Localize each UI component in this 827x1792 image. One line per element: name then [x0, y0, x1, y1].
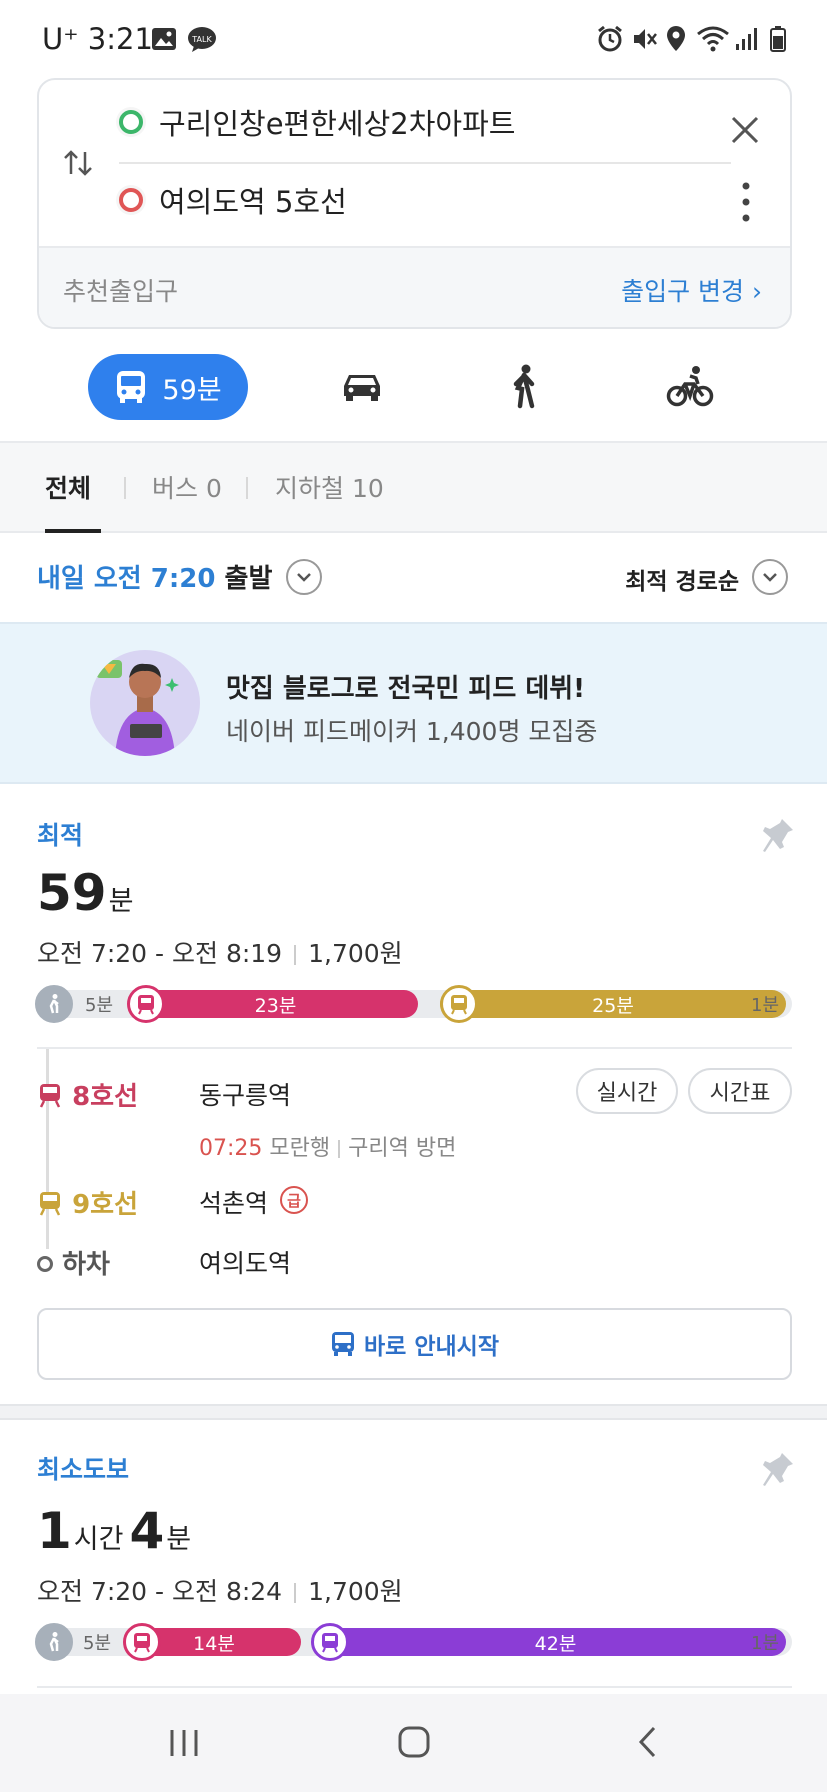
tab-all[interactable]: 전체 [45, 469, 91, 505]
promo-banner[interactable]: 맛집 블로그로 전국민 피드 데뷔! 네이버 피드메이커 1,400명 모집중 [0, 622, 827, 784]
departure-chevron-down-icon[interactable] [286, 559, 322, 595]
banner-subtitle: 네이버 피드메이커 1,400명 모집중 [226, 717, 598, 746]
subway-icon [39, 1192, 61, 1216]
route-duration: 59분 [37, 864, 134, 922]
route-kind: 최적 [37, 821, 84, 850]
transit-time: 59분 [162, 374, 222, 406]
alight-dot-icon [37, 1256, 53, 1272]
walk-end-label: 1분 [751, 995, 780, 1016]
subway-purple-icon [311, 1623, 349, 1661]
kakaotalk-icon: TALK [188, 27, 216, 52]
more-icon[interactable] [731, 178, 761, 226]
status-time: U⁺ 3:21 [42, 22, 153, 56]
system-nav-bar [0, 1694, 827, 1792]
origin-field[interactable]: 구리인창e편한세상2차아파트 [119, 92, 515, 152]
step-stop: 석촌역 [199, 1189, 269, 1218]
entrance-row: 추천출입구 출입구 변경 › [39, 246, 790, 327]
step-alight: 하차 [37, 1244, 110, 1281]
status-bar: U⁺ 3:21 TALK [0, 0, 827, 78]
route-segment-bar: 5분 23분 25분 1분 [35, 985, 792, 1023]
arrival-info: 07:25 모란행 구리역 방면 [199, 1136, 457, 1161]
close-icon[interactable] [725, 110, 765, 150]
location-icon [667, 26, 685, 51]
entrance-change-link[interactable]: 출입구 변경 › [621, 272, 762, 308]
departure-time-selector[interactable]: 내일 오전 7:20 출발 [37, 558, 272, 595]
route-segment-bar: 5분 14분 42분 1분 [35, 1623, 792, 1661]
destination-field[interactable]: 여의도역 5호선 [119, 170, 347, 230]
step-line-8: 8호선 [37, 1076, 138, 1113]
pin-icon[interactable] [762, 816, 796, 856]
bus-icon [117, 371, 146, 403]
tab-bus[interactable]: 버스 0 [152, 469, 222, 505]
departure-suffix: 출발 [215, 564, 273, 594]
divider [119, 162, 731, 164]
subway-line9-icon [440, 985, 478, 1023]
departure-time: 내일 오전 7:20 [37, 564, 216, 594]
walk-start-icon [35, 985, 73, 1023]
sort-selector[interactable]: 최적 경로순 [625, 562, 739, 596]
filter-tabs: 전체 버스 0 지하철 10 [0, 441, 827, 533]
step-line-9: 9호선 [37, 1184, 138, 1221]
subway-line8-icon [123, 1623, 161, 1661]
express-badge: 급 [280, 1186, 308, 1214]
gallery-icon [152, 28, 176, 50]
segment-line9: 25분 [440, 990, 786, 1018]
tab-separator [124, 477, 126, 499]
walk-start-label: 5분 [83, 1633, 112, 1654]
sort-chevron-down-icon[interactable] [752, 559, 788, 595]
bicycle-icon[interactable] [666, 362, 714, 410]
divider [37, 1047, 792, 1049]
step-stop: 동구릉역 [199, 1081, 292, 1110]
tab-subway[interactable]: 지하철 10 [275, 469, 384, 505]
entrance-label: 추천출입구 [63, 277, 179, 306]
route-times: 오전 7:20 - 오전 8:19 1,700원 [37, 939, 403, 968]
realtime-button[interactable]: 실시간 [576, 1068, 678, 1114]
origin-text: 구리인창e편한세상2차아파트 [159, 107, 516, 141]
mute-icon [634, 29, 657, 49]
banner-title: 맛집 블로그로 전국민 피드 데뷔! [226, 674, 586, 704]
route-card[interactable]: 최적 59분 오전 7:20 - 오전 8:19 1,700원 5분 23분 25… [0, 786, 827, 1402]
route-duration: 1시간 4분 [37, 1502, 192, 1560]
walk-icon[interactable] [500, 362, 548, 410]
route-times: 오전 7:20 - 오전 8:24 1,700원 [37, 1577, 403, 1606]
pin-icon[interactable] [762, 1450, 796, 1490]
origin-dot-icon [119, 110, 143, 134]
signal-icon [736, 28, 757, 50]
destination-text: 여의도역 5호선 [159, 185, 347, 219]
start-navigation-button[interactable]: 바로 안내시작 [37, 1308, 792, 1380]
wifi-icon [697, 26, 729, 52]
walk-start-icon [35, 1623, 73, 1661]
subway-line8-icon [127, 985, 165, 1023]
tab-separator [246, 477, 248, 499]
timetable-button[interactable]: 시간표 [688, 1068, 792, 1114]
home-icon[interactable] [396, 1724, 432, 1760]
recent-apps-icon[interactable] [166, 1726, 202, 1760]
segment-line8: 23분 [133, 990, 418, 1018]
walk-start-label: 5분 [85, 995, 114, 1016]
divider [37, 1686, 792, 1688]
bus-icon [332, 1332, 355, 1356]
svg-text:TALK: TALK [191, 35, 212, 44]
tab-active-underline [45, 529, 101, 533]
alarm-icon [598, 25, 622, 52]
mode-transit-button[interactable]: 59분 [88, 354, 248, 420]
battery-icon [770, 26, 786, 52]
back-icon[interactable] [634, 1724, 662, 1760]
route-search-card: 구리인창e편한세상2차아파트 여의도역 5호선 추천출입구 출입구 변경 › [37, 78, 792, 329]
car-icon[interactable] [338, 362, 386, 410]
segment-purple-line: 42분 [325, 1628, 786, 1656]
banner-illustration [90, 650, 200, 756]
subway-icon [39, 1084, 61, 1108]
walk-end-label: 1분 [751, 1633, 780, 1654]
route-card[interactable]: 최소도보 1시간 4분 오전 7:20 - 오전 8:24 1,700원 5분 14… [0, 1422, 827, 1694]
route-kind: 최소도보 [37, 1455, 130, 1484]
swap-icon[interactable] [61, 146, 95, 180]
destination-dot-icon [119, 188, 143, 212]
section-gap [0, 1404, 827, 1420]
step-stop: 여의도역 [199, 1249, 292, 1278]
